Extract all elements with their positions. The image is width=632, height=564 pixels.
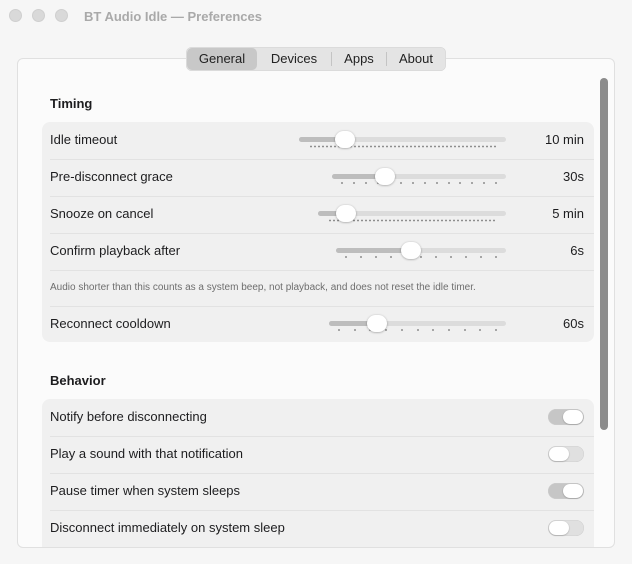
slider-tick xyxy=(435,182,438,184)
tab-about[interactable]: About xyxy=(387,48,445,70)
pause-timer-row: Pause timer when system sleeps xyxy=(42,473,594,510)
slider-knob[interactable] xyxy=(334,131,355,148)
row-divider xyxy=(50,270,594,271)
slider-tick xyxy=(423,182,426,184)
play-sound-toggle[interactable] xyxy=(548,446,584,462)
confirm-playback-value: 6s xyxy=(570,243,584,258)
title-bar[interactable]: BT Audio Idle — Preferences xyxy=(0,0,632,34)
timing-section-title: Timing xyxy=(50,96,93,111)
idle-timeout-row: Idle timeout 10 min xyxy=(42,122,594,159)
slider-tick xyxy=(360,256,362,258)
slider-tick xyxy=(338,329,340,331)
idle-timeout-value: 10 min xyxy=(544,132,584,147)
pre-disconnect-grace-slider[interactable] xyxy=(332,168,506,188)
slider-tick xyxy=(450,256,452,258)
slider-tick xyxy=(483,182,486,184)
play-sound-label: Play a sound with that notification xyxy=(50,446,243,461)
slider-ticks xyxy=(338,329,497,332)
idle-timeout-slider[interactable] xyxy=(299,131,506,151)
slider-tick xyxy=(495,329,497,331)
behavior-section-title: Behavior xyxy=(50,373,106,388)
pause-timer-toggle[interactable] xyxy=(548,483,584,499)
snooze-on-cancel-label: Snooze on cancel xyxy=(50,206,154,221)
slider-tick xyxy=(480,256,482,258)
preferences-window: BT Audio Idle — Preferences Timing Idle … xyxy=(0,0,632,564)
slider-tick xyxy=(459,182,462,184)
disconnect-on-sleep-label: Disconnect immediately on system sleep xyxy=(50,520,285,535)
behavior-group: Notify before disconnecting Play a sound… xyxy=(42,399,594,547)
confirm-playback-label: Confirm playback after xyxy=(50,243,181,258)
preferences-panel: Timing Idle timeout 10 min Pre-disconnec… xyxy=(17,58,615,548)
slider-tick xyxy=(471,182,474,184)
vertical-scrollbar[interactable] xyxy=(598,78,610,544)
slider-knob[interactable] xyxy=(366,315,387,332)
slider-tick xyxy=(375,256,377,258)
slider-knob[interactable] xyxy=(400,242,421,259)
toggle-thumb xyxy=(549,521,569,535)
slider-knob[interactable] xyxy=(336,205,357,222)
slider-tick xyxy=(495,182,497,184)
reconnect-cooldown-label: Reconnect cooldown xyxy=(50,316,171,331)
reconnect-cooldown-row: Reconnect cooldown 60s xyxy=(42,306,594,343)
zoom-window-button[interactable] xyxy=(55,9,68,22)
slider-tick xyxy=(412,182,415,184)
slider-tick xyxy=(400,182,403,184)
slider-tick xyxy=(495,256,497,258)
tab-apps[interactable]: Apps xyxy=(332,48,386,70)
notify-before-disconnecting-label: Notify before disconnecting xyxy=(50,409,207,424)
scroll-content: Timing Idle timeout 10 min Pre-disconnec… xyxy=(18,59,614,547)
idle-timeout-label: Idle timeout xyxy=(50,132,118,147)
pause-timer-label: Pause timer when system sleeps xyxy=(50,483,241,498)
minimize-window-button[interactable] xyxy=(32,9,45,22)
slider-tick xyxy=(385,329,388,331)
scrollbar-thumb[interactable] xyxy=(600,78,608,430)
slider-tick xyxy=(463,329,466,331)
confirm-playback-note: Audio shorter than this counts as a syst… xyxy=(50,282,476,293)
reconnect-cooldown-value: 60s xyxy=(563,316,584,331)
slider-tick xyxy=(435,256,437,258)
slider-tick xyxy=(465,256,467,258)
pre-disconnect-grace-value: 30s xyxy=(563,169,584,184)
window-title: BT Audio Idle — Preferences xyxy=(84,9,262,24)
slider-ticks xyxy=(341,182,497,185)
slider-tick xyxy=(420,256,422,258)
slider-tick xyxy=(447,329,450,331)
snooze-on-cancel-slider[interactable] xyxy=(318,205,506,225)
tab-bar: General Devices Apps About xyxy=(186,47,446,71)
close-window-button[interactable] xyxy=(9,9,22,22)
slider-tick xyxy=(479,329,482,331)
timing-group: Idle timeout 10 min Pre-disconnect grace… xyxy=(42,122,594,342)
toggle-thumb xyxy=(563,410,583,424)
pre-disconnect-grace-row: Pre-disconnect grace 30s xyxy=(42,159,594,196)
slider-fill xyxy=(336,248,411,253)
slider-tick xyxy=(341,182,343,184)
snooze-on-cancel-value: 5 min xyxy=(552,206,584,221)
reconnect-cooldown-slider[interactable] xyxy=(329,315,506,335)
slider-tick xyxy=(416,329,419,331)
slider-tick xyxy=(345,256,347,258)
slider-tick xyxy=(390,256,392,258)
disconnect-on-sleep-row: Disconnect immediately on system sleep xyxy=(42,510,594,547)
slider-knob[interactable] xyxy=(375,168,396,185)
toggle-thumb xyxy=(549,447,569,461)
slider-tick xyxy=(447,182,450,184)
confirm-playback-row: Confirm playback after 6s xyxy=(42,233,594,270)
tab-devices[interactable]: Devices xyxy=(257,48,331,70)
slider-tick xyxy=(364,182,367,184)
tab-general[interactable]: General xyxy=(187,48,257,70)
snooze-on-cancel-row: Snooze on cancel 5 min xyxy=(42,196,594,233)
slider-ticks xyxy=(345,256,497,259)
play-sound-row: Play a sound with that notification xyxy=(42,436,594,473)
slider-tick xyxy=(432,329,435,331)
toggle-thumb xyxy=(563,484,583,498)
slider-tick xyxy=(400,329,403,331)
disconnect-on-sleep-toggle[interactable] xyxy=(548,520,584,536)
confirm-playback-slider[interactable] xyxy=(336,242,506,262)
notify-before-disconnecting-row: Notify before disconnecting xyxy=(42,399,594,436)
notify-before-disconnecting-toggle[interactable] xyxy=(548,409,584,425)
slider-tick xyxy=(352,182,355,184)
pre-disconnect-grace-label: Pre-disconnect grace xyxy=(50,169,173,184)
slider-tick xyxy=(353,329,356,331)
